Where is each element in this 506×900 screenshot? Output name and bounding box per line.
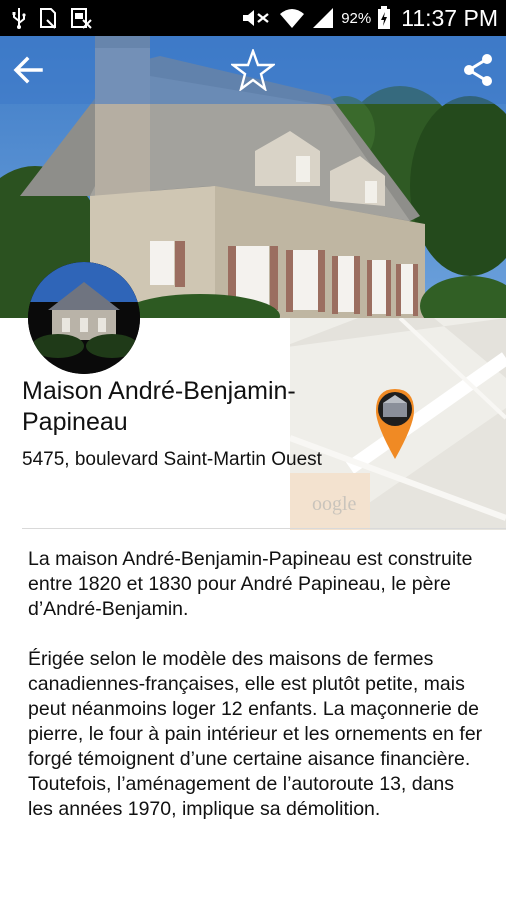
battery-charging-icon (378, 6, 391, 29)
place-address: 5475, boulevard Saint-Martin Ouest (22, 449, 322, 470)
status-time: 11:37 PM (401, 4, 498, 31)
map-pin-icon[interactable] (372, 385, 418, 459)
signal-icon (313, 8, 334, 28)
action-bar (0, 36, 506, 104)
arrow-back-icon (13, 56, 43, 84)
share-button[interactable] (450, 36, 506, 104)
place-title: Maison André-Benjamin-Papineau (22, 377, 296, 436)
description-paragraph: La maison André-Benjamin-Papineau est co… (28, 548, 473, 620)
description-paragraph: Érigée selon le modèle des maisons de fe… (28, 648, 483, 820)
share-icon (464, 54, 492, 86)
battery-percent: 92% (341, 9, 372, 27)
map-watermark: oogle (312, 493, 357, 515)
status-notification-icons (12, 6, 92, 30)
status-system-icons: 92% 11:37 PM (241, 4, 498, 32)
mute-icon (243, 10, 269, 26)
star-outline-icon (231, 49, 275, 91)
house-thumbnail-image (28, 262, 140, 374)
wifi-icon (280, 9, 305, 28)
favorite-button[interactable] (225, 36, 281, 104)
sim-toolkit-icon (71, 8, 92, 29)
sim-card-icon (40, 8, 56, 29)
place-thumbnail (28, 262, 140, 374)
back-button[interactable] (0, 36, 56, 104)
section-divider (22, 528, 506, 529)
place-description: La maison André-Benjamin-Papineau est co… (28, 547, 484, 847)
usb-icon (12, 8, 26, 29)
status-bar: 92% 11:37 PM (0, 0, 506, 36)
